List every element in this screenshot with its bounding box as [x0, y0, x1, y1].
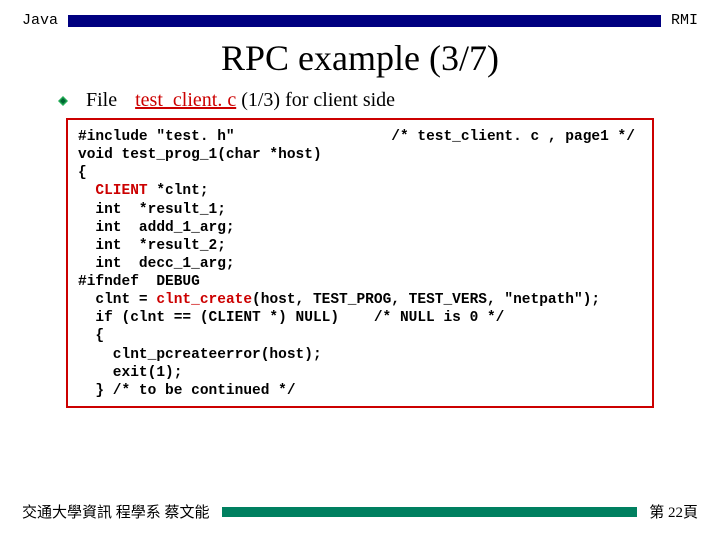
code-block: #include "test. h" /* test_client. c , p… [66, 118, 654, 408]
footer-rule [222, 507, 638, 517]
code-line: int *result_2; [78, 238, 226, 254]
footer-page-number: 第 22頁 [649, 501, 698, 522]
bullet-icon [58, 96, 68, 106]
header-right-label: RMI [671, 12, 698, 29]
code-line: clnt = [78, 292, 156, 308]
file-text: test_client. c (1/3) for client side [135, 89, 395, 112]
code-line: (host, TEST_PROG, TEST_VERS, "netpath"); [252, 292, 600, 308]
code-line: #ifndef DEBUG [78, 274, 200, 290]
footer-bar: 交通大學資訊 程學系 蔡文能 第 22頁 [22, 501, 698, 522]
header-rule [68, 15, 661, 27]
file-description-line: File test_client. c (1/3) for client sid… [58, 89, 698, 112]
code-line: clnt_pcreateerror(host); [78, 347, 322, 363]
code-line: int decc_1_arg; [78, 256, 235, 272]
code-line: exit(1); [78, 365, 182, 381]
code-line: int *result_1; [78, 202, 226, 218]
code-line [78, 183, 95, 199]
header-bar: Java RMI [22, 0, 698, 29]
slide-title: RPC example (3/7) [22, 37, 698, 79]
code-line: { [78, 165, 87, 181]
code-line: if (clnt == (CLIENT *) NULL) /* NULL is … [78, 310, 504, 326]
code-keyword: CLIENT [95, 183, 147, 199]
file-rest: (1/3) for client side [236, 89, 395, 111]
code-line: /* test_client. c , page1 */ [235, 129, 635, 145]
code-line: } /* to be continued */ [78, 383, 296, 399]
slide-root: Java RMI RPC example (3/7) File test_cli… [0, 0, 720, 540]
code-line: int addd_1_arg; [78, 220, 235, 236]
code-line: *clnt; [148, 183, 209, 199]
code-line: #include "test. h" [78, 129, 235, 145]
header-left-label: Java [22, 12, 58, 29]
file-filename: test_client. c [135, 89, 236, 111]
code-line: { [78, 328, 104, 344]
footer-left-label: 交通大學資訊 程學系 蔡文能 [22, 501, 210, 522]
file-label: File [86, 89, 117, 112]
code-keyword: clnt_create [156, 292, 252, 308]
code-line: void test_prog_1(char *host) [78, 147, 322, 163]
